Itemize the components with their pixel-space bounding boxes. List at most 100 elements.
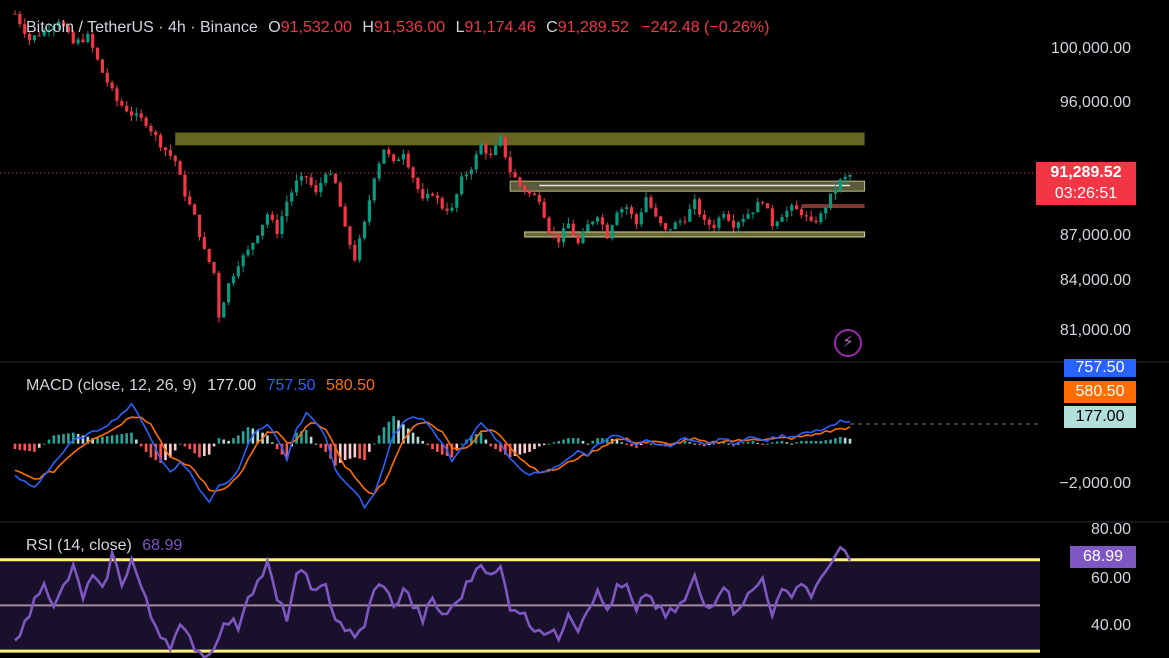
- macd-histogram-bar: [838, 436, 842, 444]
- macd-histogram-bar: [232, 438, 235, 444]
- candle-body: [532, 193, 537, 196]
- candle-body: [508, 157, 512, 173]
- macd-histogram-bar: [761, 443, 764, 445]
- macd-histogram-bar: [581, 440, 585, 444]
- candle-body: [663, 223, 668, 230]
- macd-histogram-bar: [309, 436, 313, 444]
- macd-histogram-bar: [343, 443, 347, 461]
- candle-body: [299, 176, 304, 181]
- macd-histogram-bar: [144, 443, 148, 452]
- candle-body: [625, 207, 629, 209]
- candle-body: [134, 113, 138, 116]
- macd-histogram-bar: [766, 443, 769, 445]
- macd-histogram-bar: [751, 440, 755, 444]
- macd-histogram-bar: [33, 443, 36, 452]
- candle-body: [722, 214, 726, 218]
- candle-body: [372, 178, 376, 201]
- candle-body: [727, 214, 731, 221]
- macd-histogram-bar: [139, 443, 143, 447]
- candle-body: [639, 212, 643, 225]
- candle-body: [197, 214, 202, 238]
- candle-body: [634, 214, 638, 225]
- mid-level: [801, 204, 865, 209]
- rsi-legend-name[interactable]: RSI (14, close): [26, 537, 132, 554]
- candle-body: [644, 197, 648, 213]
- candle-body: [615, 212, 619, 226]
- macd-histogram-bar: [178, 443, 182, 445]
- candle-body: [125, 105, 129, 112]
- candle-body: [406, 153, 410, 168]
- candle-body: [838, 179, 842, 191]
- macd-histogram-bar: [304, 429, 308, 444]
- candle-body: [95, 47, 100, 60]
- macd-histogram-bar: [567, 438, 570, 444]
- candle-body: [683, 221, 687, 223]
- candle-body: [396, 159, 401, 162]
- macd-histogram-bar: [795, 442, 798, 444]
- macd-histogram-bar: [363, 443, 366, 461]
- macd-hist-badge: 177.00: [1064, 406, 1136, 428]
- macd-histogram-bar: [552, 442, 556, 444]
- lightning-icon[interactable]: ⚡: [834, 329, 862, 357]
- macd-histogram-bar: [47, 439, 51, 444]
- macd-histogram-bar: [392, 416, 395, 444]
- macd-histogram-bar: [843, 437, 847, 444]
- candle-body: [591, 221, 595, 225]
- macd-histogram-bar: [562, 439, 565, 444]
- candle-body: [566, 223, 571, 229]
- macd-histogram-bar: [377, 435, 381, 444]
- candle-body: [173, 155, 177, 162]
- macd-histogram-bar: [741, 442, 745, 444]
- candle-body: [794, 205, 799, 210]
- macd-line-value: 757.50: [266, 377, 316, 394]
- candle-body: [824, 207, 828, 214]
- candle-body: [610, 225, 614, 239]
- macd-histogram-bar: [416, 436, 420, 444]
- candle-body: [260, 224, 265, 236]
- macd-histogram-bar: [426, 443, 429, 445]
- rsi-legend: RSI (14, close) 68.99: [26, 537, 182, 555]
- macd-histogram-bar: [110, 435, 114, 444]
- candle-body: [673, 222, 677, 230]
- candle-body: [309, 177, 313, 186]
- candle-body: [367, 200, 371, 222]
- macd-histogram-bar: [275, 443, 279, 450]
- macd-histogram-bar: [528, 443, 531, 452]
- macd-histogram-bar: [780, 440, 784, 444]
- macd-histogram-bar: [222, 439, 226, 444]
- macd-histogram-bar: [727, 443, 730, 445]
- candle-body: [707, 219, 711, 225]
- macd-histogram-bar: [576, 438, 580, 444]
- candle-body: [314, 185, 318, 193]
- candle-body: [294, 180, 299, 193]
- chart-canvas[interactable]: [0, 0, 1169, 658]
- rsi-badge: 68.99: [1070, 546, 1136, 568]
- macd-histogram-bar: [13, 443, 17, 450]
- candle-body: [193, 204, 197, 215]
- macd-histogram-bar: [814, 440, 818, 444]
- macd-histogram-bar: [542, 443, 546, 445]
- candle-body: [159, 135, 163, 148]
- macd-histogram-bar: [620, 442, 624, 444]
- macd-histogram-bar: [431, 443, 434, 450]
- candle-body: [411, 167, 415, 178]
- open-prefix: O: [268, 19, 281, 36]
- macd-histogram-bar: [18, 443, 22, 450]
- macd-legend-name[interactable]: MACD (close, 12, 26, 9): [26, 377, 197, 394]
- symbol-title[interactable]: Bitcoin / TetherUS · 4h · Binance: [26, 19, 258, 36]
- candle-body: [780, 216, 784, 222]
- candle-body: [552, 232, 556, 234]
- candle-body: [600, 217, 605, 225]
- candle-body: [416, 177, 420, 190]
- candle-body: [464, 174, 469, 177]
- macd-histogram-bar: [353, 443, 357, 458]
- macd-histogram-bar: [479, 432, 483, 444]
- macd-histogram-bar: [523, 443, 527, 454]
- countdown-badge: 03:26:51: [1036, 183, 1136, 205]
- macd-histogram-bar: [382, 427, 386, 444]
- candle-body: [304, 176, 308, 178]
- macd-histogram-bar: [67, 433, 70, 444]
- rsi-pane[interactable]: [0, 545, 1040, 658]
- candle-body: [848, 174, 852, 177]
- candle-body: [353, 244, 357, 261]
